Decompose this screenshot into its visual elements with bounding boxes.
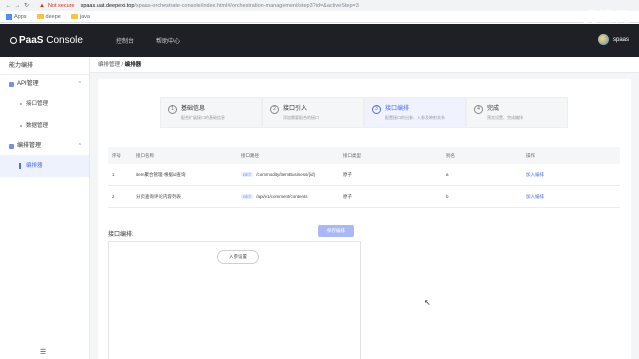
step-basic-info: 1 基础信息 配合扩展接口的基础信息 (160, 97, 262, 128)
breadcrumb-current: 编排器 (124, 62, 142, 68)
back-icon[interactable]: ← (4, 3, 13, 9)
logo-icon (10, 37, 17, 44)
bookmark-apps[interactable]: Apps (6, 13, 27, 20)
steps-bar: 1 基础信息 配合扩展接口的基础信息 2 接口引入 添加需要配合的接口 3 接口… (160, 97, 568, 128)
orchestration-card: 1 基础信息 配合扩展接口的基础信息 2 接口引入 添加需要配合的接口 3 接口… (98, 79, 631, 359)
add-to-orchestration-link[interactable]: 加入编排 (526, 194, 620, 200)
forward-icon[interactable]: → (13, 3, 22, 9)
sidebar-group-orchestration[interactable]: 编排管理 ^ (0, 137, 89, 155)
main-content: 编排管理 / 编排器 1 基础信息 配合扩展接口的基础信息 2 接口引入 添加需… (90, 57, 639, 359)
user-menu[interactable]: spaas (597, 34, 629, 45)
table-row: 1 item聚合管理-根据id查询 GET/commodity/itemBusi… (108, 164, 620, 186)
not-secure-label: Not secure (47, 2, 75, 9)
sidebar-item-data-management[interactable]: 数据管理 (0, 115, 89, 137)
warning-icon: ▲ (39, 2, 45, 9)
bookmark-java[interactable]: java (70, 14, 90, 20)
folder-icon (70, 14, 78, 19)
url-host[interactable]: spaas.uat.deepexi.top (81, 3, 135, 9)
input-param-node[interactable]: 入参设置 (217, 250, 259, 264)
bookmark-deepe[interactable]: deepe (36, 14, 61, 20)
step-orchestrate: 3 接口编排 配置接口的出参、入参及映射关系 (364, 97, 466, 128)
editor-label: 接口编排: (108, 232, 134, 238)
api-icon (9, 81, 14, 87)
nav-help-center[interactable]: 帮助中心 (156, 36, 180, 45)
sidebar-item-interface-management[interactable]: 接口管理 (0, 93, 89, 115)
avatar[interactable] (597, 34, 609, 45)
logo[interactable]: PaaS Console (0, 35, 90, 46)
method-badge: GET (241, 172, 254, 177)
sidebar: 能力编排 API管理 ^ 接口管理 数据管理 编排管理 ^ 编排器 ☰ (0, 57, 90, 359)
breadcrumb-parent[interactable]: 编排管理 (98, 62, 120, 68)
method-badge: GET (241, 194, 254, 199)
collapse-sidebar-icon[interactable]: ☰ (40, 348, 46, 356)
nav-console[interactable]: 控制台 (116, 36, 134, 45)
table-header: 序号 接口名称 接口路径 接口类型 别名 操作 (108, 147, 620, 164)
mouse-cursor-icon: ↖ (424, 298, 431, 307)
orchestration-icon (9, 143, 14, 149)
save-orchestration-button[interactable]: 保存编排 (318, 225, 354, 237)
username[interactable]: spaas (613, 37, 629, 43)
folder-icon (36, 14, 44, 19)
chevron-up-icon: ^ (78, 143, 81, 149)
step-finish: 4 完成 预览设置、完成编排 (466, 97, 568, 128)
app-header: PaaS Console 控制台 帮助中心 spaas (0, 24, 639, 57)
sidebar-item-orchestrator[interactable]: 编排器 (0, 155, 89, 177)
add-to-orchestration-link[interactable]: 加入编排 (526, 172, 620, 178)
interface-table: 序号 接口名称 接口路径 接口类型 别名 操作 1 item聚合管理-根据id查… (108, 147, 620, 208)
step-import: 2 接口引入 添加需要配合的接口 (262, 97, 364, 128)
apps-icon (6, 13, 12, 20)
browser-address-bar[interactable]: ← → ↻ ▲ Not secure spaas.uat.deepexi.top… (0, 0, 639, 11)
table-row: 2 分页查询评论内容列表 GET/api/v1/comment/contents… (108, 186, 620, 208)
top-nav: 控制台 帮助中心 (116, 36, 180, 45)
reload-icon[interactable]: ↻ (22, 2, 31, 9)
bookmarks-bar: Apps deepe java (0, 11, 639, 23)
chevron-up-icon: ^ (78, 81, 81, 87)
breadcrumb: 编排管理 / 编排器 (90, 57, 639, 73)
sidebar-title: 能力编排 (0, 57, 89, 75)
url-path[interactable]: /spaas-orchestrate-console/index.html#/o… (134, 3, 358, 9)
sidebar-group-api[interactable]: API管理 ^ (0, 75, 89, 93)
